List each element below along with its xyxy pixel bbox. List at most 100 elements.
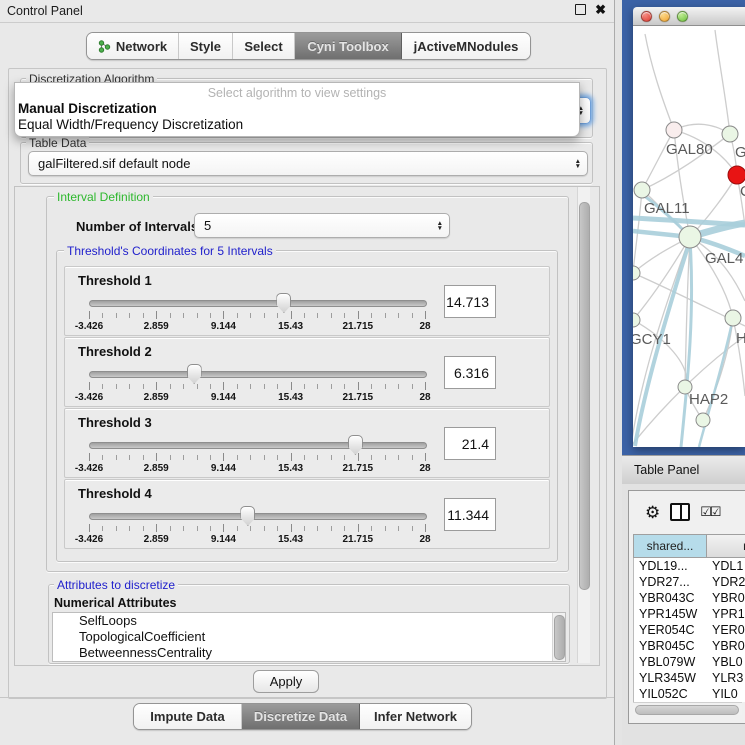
tick-mark [398, 455, 399, 460]
table-row[interactable]: YDL19...YDL1 [634, 558, 745, 574]
tab-select[interactable]: Select [233, 33, 295, 59]
tick-mark [425, 382, 426, 390]
slider-thumb[interactable] [240, 506, 255, 526]
table-row[interactable]: YPR145WYPR1 [634, 606, 745, 622]
threshold-panel-2: Threshold 2-3.4262.8599.14415.4321.71528… [64, 337, 550, 407]
network-node-green[interactable] [722, 126, 738, 142]
tick-mark [102, 384, 103, 389]
tab-infer-network[interactable]: Infer Network [360, 704, 471, 729]
column-header-shared-name[interactable]: shared... [633, 534, 707, 558]
attribute-list-item[interactable]: SelfLoops [53, 613, 565, 629]
threshold-value-field[interactable]: 11.344 [444, 498, 496, 531]
slider-thumb[interactable] [348, 435, 363, 455]
network-node-label: GAL80 [666, 141, 713, 158]
zoom-traffic-light-icon[interactable] [677, 11, 688, 22]
minimize-traffic-light-icon[interactable] [659, 11, 670, 22]
network-node-green[interactable] [696, 413, 710, 427]
tick-mark [223, 382, 224, 390]
float-window-icon[interactable] [575, 4, 586, 15]
slider-track[interactable] [89, 371, 427, 378]
table-row[interactable]: YBR045CYBR0 [634, 638, 745, 654]
cell-name: YER0 [708, 622, 745, 638]
tab-impute-data[interactable]: Impute Data [134, 704, 242, 729]
popup-item-manual-discretization[interactable]: Manual Discretization [18, 101, 157, 116]
select-columns-icon[interactable]: ☑☑ [700, 504, 719, 520]
threshold-value-field[interactable]: 14.713 [444, 285, 496, 318]
table-row[interactable]: YDR27...YDR2 [634, 574, 745, 590]
slider-thumb[interactable] [276, 293, 291, 313]
tick-mark [344, 526, 345, 531]
tick-label: 28 [419, 534, 430, 545]
network-node-green[interactable] [679, 226, 701, 248]
tick-label: -3.426 [75, 463, 103, 474]
tab-jactivemnodules[interactable]: jActiveMNodules [402, 33, 530, 59]
slider-track[interactable] [89, 300, 427, 307]
tick-mark [371, 313, 372, 318]
table-rows[interactable]: YDL19...YDL1YDR27...YDR2YBR043CYBR0YPR14… [633, 558, 745, 702]
scrollbar-thumb[interactable] [554, 615, 565, 660]
gear-icon[interactable]: ⚙ [645, 504, 660, 521]
attribute-list-item[interactable]: BetweennessCentrality [53, 645, 565, 661]
tick-mark [398, 384, 399, 389]
threshold-label: Threshold 3 [78, 415, 152, 430]
attributes-list-scrollbar[interactable] [552, 613, 565, 661]
network-node-green[interactable] [633, 313, 640, 327]
slider-track[interactable] [89, 442, 427, 449]
network-node-green[interactable] [725, 310, 741, 326]
tick-mark [156, 453, 157, 461]
network-node-red[interactable] [728, 166, 745, 184]
tick-label: 2.859 [144, 392, 169, 403]
network-window-titlebar[interactable] [633, 7, 745, 26]
table-row[interactable]: YLR345WYLR3 [634, 670, 745, 686]
threshold-value-field[interactable]: 6.316 [444, 356, 496, 389]
scrollbar-thumb[interactable] [579, 202, 590, 590]
network-canvas[interactable]: GAL80GACGAL11GAL4GCY1HHAP2 [633, 26, 745, 447]
number-of-intervals-combobox[interactable]: 5 ▲▼ [194, 213, 450, 238]
scrollbar-thumb[interactable] [635, 705, 739, 715]
network-node-green[interactable] [634, 182, 650, 198]
table-data-combobox[interactable]: galFiltered.sif default node ▲▼ [28, 151, 588, 176]
numerical-attributes-list[interactable]: SelfLoopsTopologicalCoefficientBetweenne… [52, 612, 566, 662]
table-horizontal-scrollbar[interactable] [633, 702, 742, 715]
table-row[interactable]: YIL052CYIL0 [634, 686, 745, 702]
tick-mark [385, 384, 386, 389]
apply-button[interactable]: Apply [253, 670, 319, 693]
table-row[interactable]: YBR043CYBR0 [634, 590, 745, 606]
tick-mark [264, 313, 265, 318]
combo-stepper-icon: ▲▼ [575, 159, 581, 169]
tick-mark [358, 524, 359, 532]
control-panel-title: Control Panel [7, 4, 83, 18]
table-row[interactable]: YBL079WYBL0 [634, 654, 745, 670]
tick-mark [210, 455, 211, 460]
network-node-pink[interactable] [666, 122, 682, 138]
tick-label: 15.43 [278, 534, 303, 545]
slider-track[interactable] [89, 513, 427, 520]
threshold-value-field[interactable]: 21.4 [444, 427, 496, 460]
tick-label: 9.144 [211, 392, 236, 403]
tick-mark [129, 384, 130, 389]
split-view-icon[interactable] [670, 503, 690, 521]
tick-mark [412, 313, 413, 318]
close-icon[interactable]: ✖ [595, 3, 606, 16]
tab-label: Impute Data [150, 709, 224, 724]
tab-cyni-toolbox[interactable]: Cyni Toolbox [295, 33, 402, 59]
close-traffic-light-icon[interactable] [641, 11, 652, 22]
tab-discretize-data[interactable]: Discretize Data [242, 704, 360, 729]
tick-mark [89, 311, 90, 319]
tick-mark [331, 526, 332, 531]
tick-mark [291, 382, 292, 390]
cell-name: YBR0 [708, 638, 745, 654]
column-header-name[interactable]: n [707, 534, 745, 558]
tick-mark [116, 526, 117, 531]
tab-network[interactable]: Network [87, 33, 179, 59]
popup-item-equal-width-frequency[interactable]: Equal Width/Frequency Discretization [18, 117, 243, 132]
table-row[interactable]: YER054CYER0 [634, 622, 745, 638]
attribute-list-item[interactable]: TopologicalCoefficient [53, 629, 565, 645]
tick-mark [291, 311, 292, 319]
network-graph: GAL80GACGAL11GAL4GCY1HHAP2 [633, 26, 745, 447]
tab-style[interactable]: Style [179, 33, 233, 59]
tick-mark [358, 453, 359, 461]
settings-vertical-scrollbar[interactable] [577, 187, 590, 663]
slider-thumb[interactable] [187, 364, 202, 384]
tick-mark [237, 526, 238, 531]
